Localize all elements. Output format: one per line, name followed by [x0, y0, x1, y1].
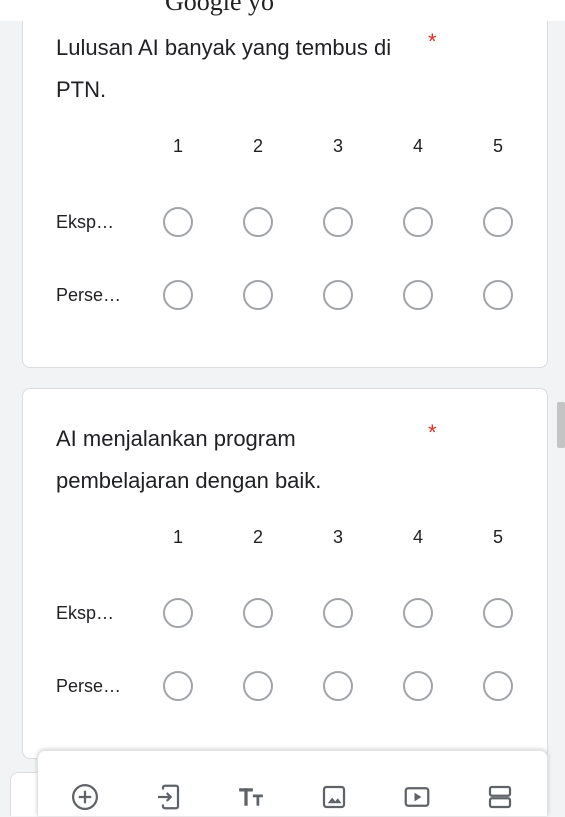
- radio-button[interactable]: [483, 280, 513, 310]
- column-label: 2: [252, 526, 263, 547]
- grid-row: Perse…: [56, 666, 547, 706]
- radio-cell: [378, 598, 458, 628]
- radio-button[interactable]: [163, 671, 193, 701]
- radio-button[interactable]: [243, 671, 273, 701]
- radio-button[interactable]: [403, 598, 433, 628]
- radio-button[interactable]: [323, 207, 353, 237]
- radio-button[interactable]: [483, 671, 513, 701]
- scrollbar-thumb[interactable]: [557, 402, 565, 448]
- column-label: 4: [412, 135, 423, 156]
- radio-cell: [298, 207, 378, 237]
- document-top-strip: Google yo: [0, 0, 565, 21]
- grid-column-headers: 1 2 3 4 5: [56, 517, 547, 557]
- question-card[interactable]: Lulusan AI banyak yang tembus di PTN. * …: [22, 0, 548, 368]
- row-label: Perse…: [56, 675, 122, 696]
- add-circle-icon: [71, 784, 98, 810]
- radio-cell: [298, 671, 378, 701]
- title-text-icon: [238, 788, 263, 806]
- radio-button[interactable]: [483, 207, 513, 237]
- rating-grid: 1 2 3 4 5 Eksp… Perse…: [56, 517, 547, 706]
- radio-cell: [298, 280, 378, 310]
- column-label: 1: [172, 526, 183, 547]
- radio-button[interactable]: [403, 671, 433, 701]
- required-asterisk: *: [428, 29, 437, 54]
- row-label: Eksp…: [56, 602, 115, 623]
- grid-row: Eksp…: [56, 593, 547, 633]
- column-label: 1: [172, 135, 183, 156]
- radio-cell: [218, 671, 298, 701]
- radio-cell: [458, 671, 538, 701]
- radio-cell: [138, 671, 218, 701]
- radio-cell: [298, 598, 378, 628]
- grid-row: Eksp…: [56, 202, 547, 242]
- column-label: 5: [492, 135, 503, 156]
- add-section-button[interactable]: [458, 751, 541, 817]
- radio-cell: [138, 280, 218, 310]
- question-title[interactable]: Lulusan AI banyak yang tembus di PTN.: [56, 27, 416, 111]
- row-label: Perse…: [56, 284, 122, 305]
- radio-cell: [458, 598, 538, 628]
- radio-button[interactable]: [323, 598, 353, 628]
- radio-button[interactable]: [163, 280, 193, 310]
- radio-cell: [138, 207, 218, 237]
- column-label: 5: [492, 526, 503, 547]
- radio-button[interactable]: [243, 280, 273, 310]
- add-video-button[interactable]: [375, 751, 458, 817]
- question-header: AI menjalankan program pembelajaran deng…: [56, 418, 547, 502]
- radio-button[interactable]: [163, 598, 193, 628]
- question-card[interactable]: AI menjalankan program pembelajaran deng…: [22, 388, 548, 759]
- image-icon: [322, 785, 345, 809]
- column-label: 3: [332, 526, 343, 547]
- add-image-button[interactable]: [292, 751, 375, 817]
- radio-cell: [218, 207, 298, 237]
- radio-button[interactable]: [243, 207, 273, 237]
- radio-cell: [378, 671, 458, 701]
- column-label: 2: [252, 135, 263, 156]
- radio-button[interactable]: [163, 207, 193, 237]
- row-label: Eksp…: [56, 211, 115, 232]
- radio-cell: [138, 598, 218, 628]
- add-question-button[interactable]: [43, 751, 126, 817]
- form-builder-toolbar: [37, 750, 548, 816]
- radio-cell: [218, 280, 298, 310]
- radio-cell: [378, 280, 458, 310]
- rating-grid: 1 2 3 4 5 Eksp… Perse…: [56, 126, 547, 315]
- grid-row: Perse…: [56, 275, 547, 315]
- video-icon: [404, 787, 429, 807]
- import-question-icon: [157, 784, 179, 810]
- radio-button[interactable]: [243, 598, 273, 628]
- radio-button[interactable]: [323, 671, 353, 701]
- section-icon: [488, 785, 511, 809]
- radio-cell: [458, 280, 538, 310]
- radio-button[interactable]: [323, 280, 353, 310]
- radio-button[interactable]: [403, 207, 433, 237]
- question-header: Lulusan AI banyak yang tembus di PTN. *: [56, 27, 547, 111]
- radio-button[interactable]: [483, 598, 513, 628]
- import-questions-button[interactable]: [126, 751, 209, 817]
- column-label: 3: [332, 135, 343, 156]
- radio-cell: [218, 598, 298, 628]
- required-asterisk: *: [428, 420, 437, 445]
- clipped-text-fragment: Google yo: [165, 0, 275, 16]
- grid-column-headers: 1 2 3 4 5: [56, 126, 547, 166]
- radio-cell: [378, 207, 458, 237]
- column-label: 4: [412, 526, 423, 547]
- radio-button[interactable]: [403, 280, 433, 310]
- radio-cell: [458, 207, 538, 237]
- add-title-button[interactable]: [209, 751, 292, 817]
- question-title[interactable]: AI menjalankan program pembelajaran deng…: [56, 418, 416, 502]
